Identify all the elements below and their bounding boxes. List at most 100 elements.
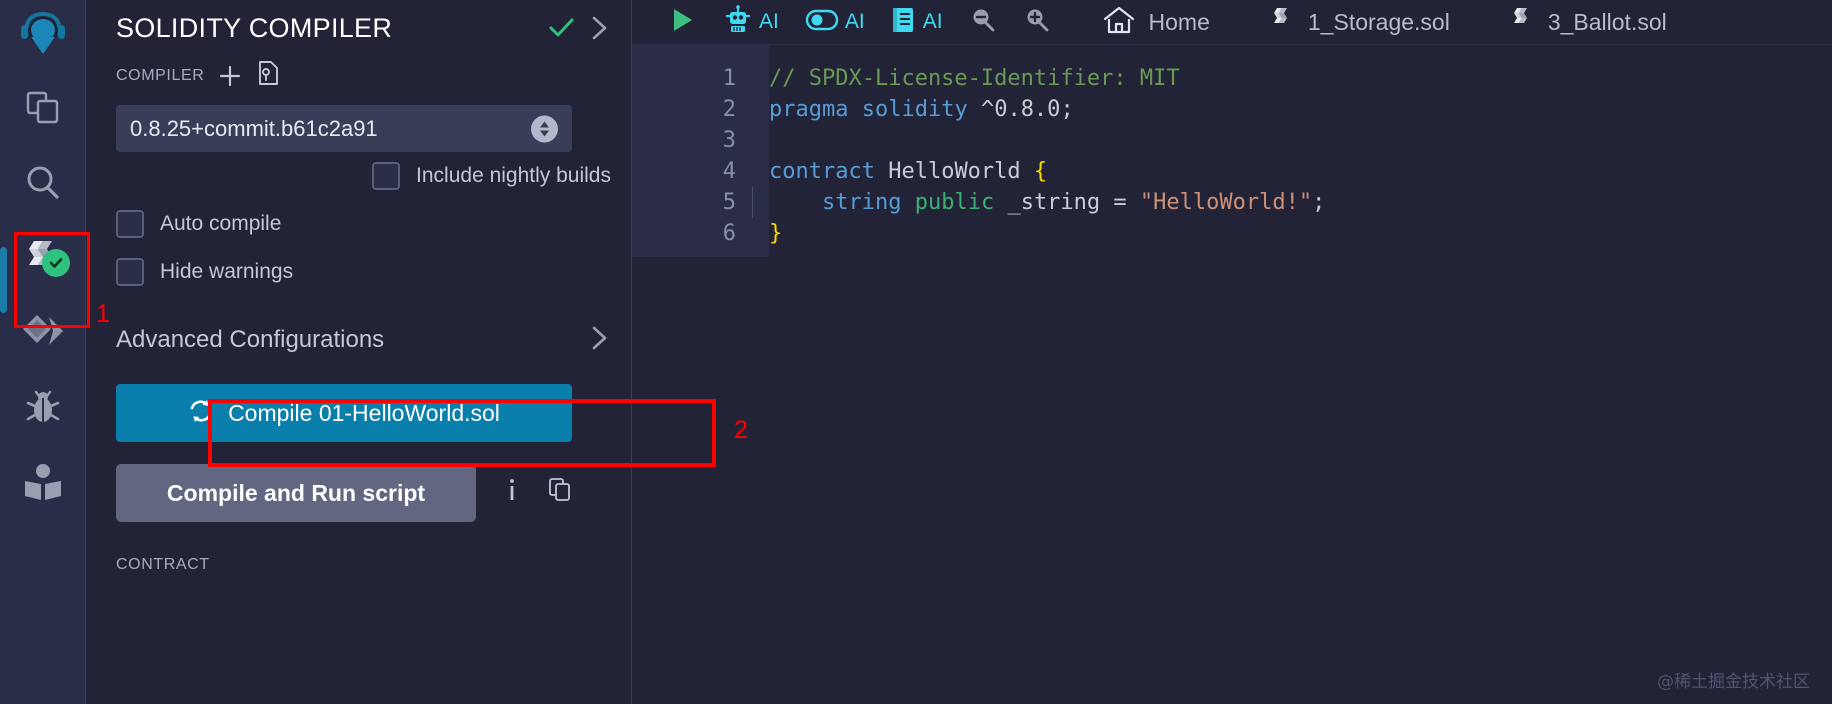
watermark: @稀土掘金技术社区 <box>1657 672 1810 692</box>
learneth-icon <box>22 462 64 504</box>
remix-logo-icon[interactable] <box>0 0 86 70</box>
ai-docs-button[interactable]: AI <box>878 0 956 45</box>
run-button[interactable] <box>654 0 710 45</box>
sidebar-item-debugger[interactable] <box>0 370 86 445</box>
code-line: 1 // SPDX-License-Identifier: MIT <box>632 63 1832 94</box>
tab-3-ballot[interactable]: 3_Ballot.sol <box>1497 0 1680 45</box>
sidebar-item-deploy-run[interactable] <box>0 295 86 370</box>
compiler-section-label: COMPILER <box>116 66 205 84</box>
page-title: SOLIDITY COMPILER <box>116 12 393 43</box>
code-token: public <box>914 190 995 215</box>
contract-section-label: CONTRACT <box>116 556 210 573</box>
code-token: ^0.8.0 <box>980 97 1061 122</box>
compiler-version-value: 0.8.25+commit.b61c2a91 <box>130 115 378 141</box>
indent-guide <box>752 187 753 218</box>
tab-1-storage[interactable]: 1_Storage.sol <box>1257 0 1463 45</box>
include-nightly-label: Include nightly builds <box>416 164 611 187</box>
code-token: "HelloWorld!" <box>1139 190 1313 215</box>
home-icon <box>1103 5 1135 40</box>
code-line-text[interactable]: string public _string = "HelloWorld!"; <box>744 187 1325 218</box>
line-number: 5 <box>722 190 736 215</box>
compile-and-run-script-button[interactable]: Compile and Run script <box>116 464 476 522</box>
info-icon[interactable] <box>502 477 522 509</box>
compile-button-label: Compile 01-HelloWorld.sol <box>228 399 500 426</box>
auto-compile-row[interactable]: Auto compile <box>116 200 613 248</box>
code-line: 4 contract HelloWorld { <box>632 156 1832 187</box>
code-line: 2 pragma solidity ^0.8.0; <box>632 94 1832 125</box>
solidity-icon <box>1510 6 1534 39</box>
line-number: 2 <box>722 97 736 122</box>
icon-rail: 1 <box>0 0 110 704</box>
zoom-in-button[interactable] <box>1010 0 1064 45</box>
code-token: pragma <box>769 97 849 122</box>
sidebar-item-search[interactable] <box>0 145 86 220</box>
code-line: 5 string public _string = "HelloWorld!"; <box>632 187 1832 218</box>
ai-toggle-icon <box>805 8 839 37</box>
code-token: contract <box>769 159 875 184</box>
sidebar-item-learneth[interactable] <box>0 445 86 520</box>
ai-toggle-label: AI <box>844 10 865 33</box>
gutter-top-strip <box>632 45 769 53</box>
zoom-out-button[interactable] <box>956 0 1010 45</box>
hide-warnings-row[interactable]: Hide warnings <box>116 248 613 296</box>
chevron-right-icon[interactable] <box>585 14 613 42</box>
tab-home[interactable]: Home <box>1090 0 1223 45</box>
code-token: } <box>769 221 783 246</box>
sidebar-item-solidity-compiler[interactable] <box>0 220 86 295</box>
debugger-icon <box>22 387 64 429</box>
code-lines[interactable]: 1 // SPDX-License-Identifier: MIT 2 pragma … <box>632 53 1832 249</box>
compile-button[interactable]: Compile 01-HelloWorld.sol <box>116 384 572 442</box>
file-explorer-icon <box>23 88 63 128</box>
play-icon <box>667 5 697 40</box>
advanced-configurations-label: Advanced Configurations <box>116 326 385 353</box>
code-token: ; <box>1312 190 1326 215</box>
hide-warnings-checkbox[interactable] <box>116 258 144 286</box>
line-number: 6 <box>722 221 736 246</box>
spinner-updown-icon[interactable] <box>531 115 558 142</box>
line-number: 4 <box>722 159 736 184</box>
include-nightly-row[interactable]: Include nightly builds <box>104 152 613 200</box>
code-line-text[interactable]: // SPDX-License-Identifier: MIT <box>744 63 1180 94</box>
run-script-row: Compile and Run script <box>116 464 613 522</box>
code-token: _string = <box>994 190 1140 215</box>
copy-icon[interactable] <box>548 477 572 509</box>
hide-warnings-label: Hide warnings <box>160 260 294 283</box>
search-icon <box>23 163 63 203</box>
code-line-text[interactable]: } <box>744 218 782 249</box>
status-badge <box>41 249 70 277</box>
remix-ide-window: 1 SOLIDITY COMPILER COMPILER 0.8.25+comm… <box>0 0 1832 704</box>
compile-and-run-script-label: Compile and Run script <box>166 479 426 506</box>
code-token: { <box>1033 159 1048 184</box>
ai-robot-button[interactable]: AI <box>710 0 792 45</box>
sidebar-item-file-explorer[interactable] <box>0 70 86 145</box>
active-plugin-indicator <box>0 247 7 313</box>
check-icon <box>547 14 575 42</box>
auto-compile-label: Auto compile <box>160 212 282 235</box>
solidity-compiler-panel: SOLIDITY COMPILER COMPILER 0.8.25+commit… <box>86 0 748 704</box>
config-file-icon[interactable] <box>256 60 280 91</box>
advanced-configurations-row[interactable]: Advanced Configurations <box>116 310 613 370</box>
ai-robot-label: AI <box>759 10 779 33</box>
panel-header: SOLIDITY COMPILER <box>104 0 613 50</box>
include-nightly-checkbox[interactable] <box>372 162 401 190</box>
chevron-right-icon[interactable] <box>585 324 613 357</box>
code-line: 6} <box>632 218 1832 249</box>
tab-3-ballot-label: 3_Ballot.sol <box>1547 8 1667 35</box>
ai-toggle-button[interactable]: AI <box>792 0 878 45</box>
compiler-version-select[interactable]: 0.8.25+commit.b61c2a91 <box>116 105 572 152</box>
zoom-in-icon <box>1023 6 1051 39</box>
code-token: ; <box>1060 97 1074 122</box>
code-line-text[interactable]: pragma solidity ^0.8.0; <box>744 94 1074 125</box>
code-editor[interactable]: 1 // SPDX-License-Identifier: MIT 2 pragma … <box>632 45 1832 704</box>
code-line-text[interactable]: contract HelloWorld { <box>744 156 1047 187</box>
code-token: solidity <box>861 97 968 122</box>
code-token: HelloWorld <box>874 159 1034 184</box>
plus-icon[interactable] <box>218 64 242 88</box>
auto-compile-checkbox[interactable] <box>116 210 144 238</box>
editor-toolbar: AI AI AI Home 1_Storage.sol 3_Ballot.sol <box>632 0 1832 45</box>
zoom-out-icon <box>969 6 997 39</box>
